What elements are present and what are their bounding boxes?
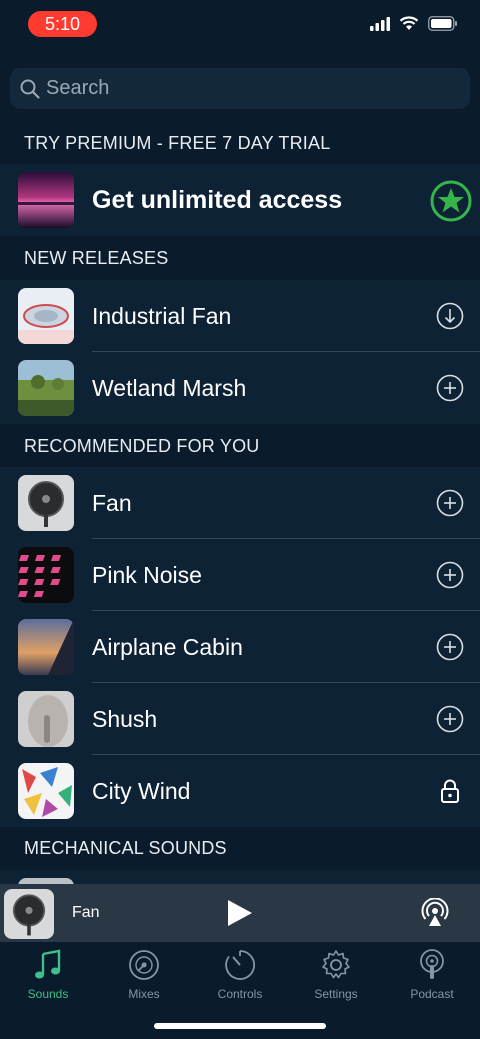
fan-thumbnail	[18, 475, 74, 531]
list-item-label: Fan	[92, 490, 132, 516]
list-item-label: Pink Noise	[92, 562, 202, 588]
list-item-city-wind[interactable]: City Wind	[0, 755, 480, 827]
list-item-label: Industrial Fan	[92, 303, 232, 329]
search-input[interactable]	[46, 77, 446, 100]
list-item-label: Airplane Cabin	[92, 634, 243, 660]
list-item-wetland-marsh[interactable]: Wetland Marsh	[0, 352, 480, 424]
tab-label: Mixes	[128, 987, 160, 1001]
now-playing-bar[interactable]: Fan	[0, 884, 480, 942]
gear-icon	[322, 950, 350, 979]
search-bar[interactable]	[10, 68, 470, 109]
list-item-label: City Wind	[92, 778, 191, 804]
lock-icon[interactable]	[436, 777, 464, 805]
airplay-icon[interactable]	[420, 898, 450, 928]
add-icon[interactable]	[436, 489, 464, 517]
premium-thumbnail	[18, 172, 74, 228]
music-note-icon	[35, 949, 61, 979]
section-header-recommended: RECOMMENDED FOR YOU	[0, 424, 480, 468]
section-header-premium: TRY PREMIUM - FREE 7 DAY TRIAL	[0, 121, 480, 165]
tab-label: Controls	[217, 987, 263, 1001]
tab-mixes[interactable]: Mixes	[96, 948, 192, 1001]
now-playing-title: Fan	[72, 904, 100, 921]
wetland-marsh-thumbnail	[18, 360, 74, 416]
star-icon[interactable]	[430, 180, 472, 222]
podcast-icon	[420, 949, 444, 979]
airplane-cabin-thumbnail	[18, 619, 74, 675]
play-icon[interactable]	[224, 898, 254, 928]
download-icon[interactable]	[436, 302, 464, 330]
wifi-icon	[399, 16, 419, 30]
add-icon[interactable]	[436, 561, 464, 589]
industrial-fan-thumbnail	[18, 288, 74, 344]
now-playing-thumbnail	[4, 889, 54, 939]
list-item-partial[interactable]	[0, 870, 480, 884]
add-icon[interactable]	[436, 705, 464, 733]
tab-settings[interactable]: Settings	[288, 948, 384, 1001]
status-icons	[370, 16, 458, 31]
pink-noise-thumbnail	[18, 547, 74, 603]
list-item-fan[interactable]: Fan	[0, 467, 480, 539]
signal-icon	[370, 16, 390, 31]
status-time: 5:10	[28, 11, 97, 37]
status-bar: 5:10	[0, 0, 480, 48]
premium-row[interactable]: Get unlimited access	[0, 164, 480, 236]
tab-sounds[interactable]: Sounds	[0, 948, 96, 1001]
city-wind-thumbnail	[18, 763, 74, 819]
premium-label: Get unlimited access	[92, 186, 343, 214]
timer-icon	[225, 950, 255, 980]
home-indicator[interactable]	[154, 1023, 326, 1029]
list-item-industrial-fan[interactable]: Industrial Fan	[0, 280, 480, 352]
disc-icon	[129, 950, 159, 980]
list-item-pink-noise[interactable]: Pink Noise	[0, 539, 480, 611]
battery-icon	[428, 16, 457, 31]
shush-thumbnail	[18, 691, 74, 747]
add-icon[interactable]	[436, 633, 464, 661]
search-icon	[20, 79, 40, 99]
list-item-shush[interactable]: Shush	[0, 683, 480, 755]
add-icon[interactable]	[436, 374, 464, 402]
section-header-new-releases: NEW RELEASES	[0, 236, 480, 280]
tab-podcast[interactable]: Podcast	[384, 948, 480, 1001]
section-header-mechanical: MECHANICAL SOUNDS	[0, 827, 480, 870]
tab-label: Podcast	[410, 987, 454, 1001]
tab-label: Settings	[314, 987, 358, 1001]
list-item-label: Shush	[92, 706, 158, 732]
list-item-airplane-cabin[interactable]: Airplane Cabin	[0, 611, 480, 683]
tab-label: Sounds	[27, 987, 69, 1001]
tab-controls[interactable]: Controls	[192, 948, 288, 1001]
list-item-label: Wetland Marsh	[92, 375, 247, 401]
